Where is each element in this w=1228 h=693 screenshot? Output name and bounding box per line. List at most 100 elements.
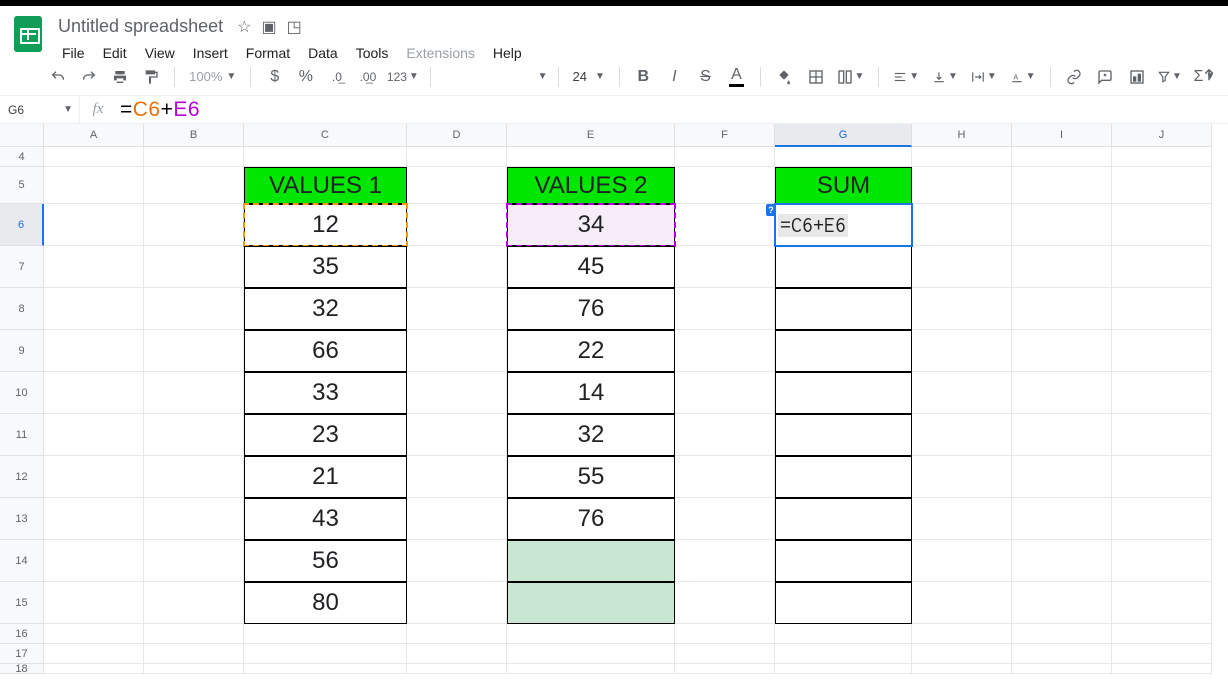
- cell-E10[interactable]: 14: [507, 372, 675, 414]
- move-icon[interactable]: ▣: [261, 17, 276, 37]
- cell-E12[interactable]: 55: [507, 456, 675, 498]
- col-header-J[interactable]: J: [1112, 124, 1212, 147]
- col-header-A[interactable]: A: [44, 124, 144, 147]
- cell-C10[interactable]: 33: [244, 372, 407, 414]
- cell-G9[interactable]: [775, 330, 912, 372]
- font-select[interactable]: ▼: [441, 71, 547, 82]
- row-header-12[interactable]: 12: [0, 456, 44, 498]
- row-header-4[interactable]: 4: [0, 147, 44, 167]
- cell-G6-editing[interactable]: ?=C6+E6: [775, 204, 912, 246]
- row-header-13[interactable]: 13: [0, 498, 44, 540]
- cell-G15[interactable]: [775, 582, 912, 624]
- cell-C13[interactable]: 43: [244, 498, 407, 540]
- col-header-D[interactable]: D: [407, 124, 507, 147]
- row-header-9[interactable]: 9: [0, 330, 44, 372]
- cell-C9[interactable]: 66: [244, 330, 407, 372]
- row-header-18[interactable]: 18: [0, 664, 44, 674]
- cell-G12[interactable]: [775, 456, 912, 498]
- cell-G8[interactable]: [775, 288, 912, 330]
- header-values1[interactable]: VALUES 1: [244, 167, 407, 204]
- cell-C12[interactable]: 21: [244, 456, 407, 498]
- cell-G14[interactable]: [775, 540, 912, 582]
- row-header-11[interactable]: 11: [0, 414, 44, 456]
- percent-button[interactable]: %: [292, 63, 319, 91]
- cell-E9[interactable]: 22: [507, 330, 675, 372]
- col-header-F[interactable]: F: [675, 124, 775, 147]
- more-formats-button[interactable]: 123▼: [385, 63, 420, 91]
- cell-C8[interactable]: 32: [244, 288, 407, 330]
- row-header-7[interactable]: 7: [0, 246, 44, 288]
- name-box-value: G6: [8, 103, 24, 117]
- halign-button[interactable]: ▼: [889, 63, 924, 91]
- currency-button[interactable]: $: [261, 63, 288, 91]
- cell-E14[interactable]: [507, 540, 675, 582]
- cell-C14[interactable]: 56: [244, 540, 407, 582]
- cell-E8[interactable]: 76: [507, 288, 675, 330]
- undo-button[interactable]: [44, 63, 71, 91]
- zoom-select[interactable]: 100%▼: [185, 69, 240, 84]
- row-header-14[interactable]: 14: [0, 540, 44, 582]
- col-header-G[interactable]: G: [775, 124, 912, 147]
- row-header-10[interactable]: 10: [0, 372, 44, 414]
- cell-E15[interactable]: [507, 582, 675, 624]
- paint-format-button[interactable]: [137, 63, 164, 91]
- strike-button[interactable]: S: [692, 63, 719, 91]
- star-icon[interactable]: ☆: [237, 17, 251, 37]
- row-header-5[interactable]: 5: [0, 167, 44, 204]
- formula-input[interactable]: =C6+E6: [116, 98, 200, 122]
- spreadsheet-grid[interactable]: ABCDEFGHIJ 456789101112131415161718 VALU…: [0, 124, 1228, 693]
- cell-C11[interactable]: 23: [244, 414, 407, 456]
- row-header-8[interactable]: 8: [0, 288, 44, 330]
- cell-E7[interactable]: 45: [507, 246, 675, 288]
- merge-button[interactable]: ▼: [833, 63, 868, 91]
- cell-E13[interactable]: 76: [507, 498, 675, 540]
- fx-icon: fx: [80, 101, 116, 118]
- header-values2[interactable]: VALUES 2: [507, 167, 675, 204]
- select-all-corner[interactable]: [0, 124, 44, 147]
- sheets-logo[interactable]: [8, 14, 48, 54]
- doc-name[interactable]: Untitled spreadsheet: [54, 14, 227, 39]
- col-header-I[interactable]: I: [1012, 124, 1112, 147]
- text-color-button[interactable]: A: [723, 63, 750, 91]
- chart-button[interactable]: [1123, 63, 1150, 91]
- redo-button[interactable]: [75, 63, 102, 91]
- row-header-15[interactable]: 15: [0, 582, 44, 624]
- toolbar-expand-button[interactable]: [1200, 66, 1218, 84]
- row-header-17[interactable]: 17: [0, 644, 44, 664]
- row-header-16[interactable]: 16: [0, 624, 44, 644]
- cell-E6[interactable]: 34: [507, 204, 675, 246]
- cell-E11[interactable]: 32: [507, 414, 675, 456]
- link-button[interactable]: [1061, 63, 1088, 91]
- fontsize-select[interactable]: 24▼: [568, 69, 608, 84]
- cell-G10[interactable]: [775, 372, 912, 414]
- wrap-button[interactable]: ▼: [966, 63, 1001, 91]
- header-sum[interactable]: SUM: [775, 167, 912, 204]
- cell-C7[interactable]: 35: [244, 246, 407, 288]
- bold-button[interactable]: B: [630, 63, 657, 91]
- filter-button[interactable]: ▼: [1154, 63, 1185, 91]
- print-button[interactable]: [106, 63, 133, 91]
- cell-G11[interactable]: [775, 414, 912, 456]
- cell-C6[interactable]: 12: [244, 204, 407, 246]
- dec-increase-button[interactable]: .0̲0: [354, 63, 381, 91]
- col-header-E[interactable]: E: [507, 124, 675, 147]
- dec-decrease-button[interactable]: .0̲: [323, 63, 350, 91]
- comment-button[interactable]: [1092, 63, 1119, 91]
- cell-editor[interactable]: =C6+E6: [778, 214, 848, 237]
- name-box[interactable]: G6▼: [0, 96, 80, 123]
- borders-button[interactable]: [802, 63, 829, 91]
- rotate-button[interactable]: A▼: [1005, 63, 1040, 91]
- cell-G7[interactable]: [775, 246, 912, 288]
- formula-hint-icon[interactable]: ?: [766, 204, 776, 216]
- italic-button[interactable]: I: [661, 63, 688, 91]
- col-header-C[interactable]: C: [244, 124, 407, 147]
- zoom-value: 100%: [189, 69, 222, 84]
- fill-color-button[interactable]: [771, 63, 798, 91]
- cell-G13[interactable]: [775, 498, 912, 540]
- col-header-B[interactable]: B: [144, 124, 244, 147]
- row-header-6[interactable]: 6: [0, 204, 44, 246]
- cloud-icon[interactable]: ◳: [287, 17, 302, 37]
- col-header-H[interactable]: H: [912, 124, 1012, 147]
- valign-button[interactable]: ▼: [928, 63, 963, 91]
- cell-C15[interactable]: 80: [244, 582, 407, 624]
